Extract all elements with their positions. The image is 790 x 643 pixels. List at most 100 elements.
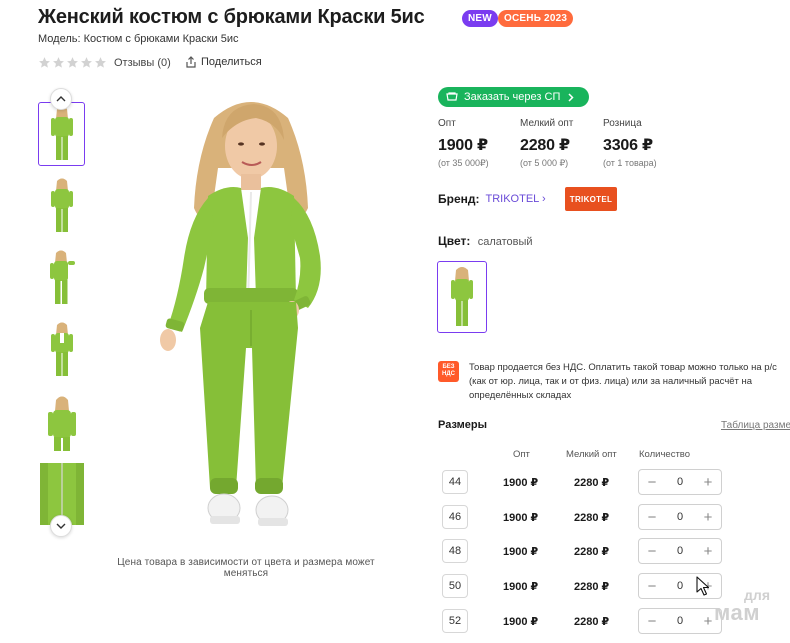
product-model: Модель: Костюм с брюками Краски 5ис (38, 33, 239, 45)
color-option-swatch[interactable] (437, 261, 487, 333)
mouse-cursor-icon (696, 576, 710, 596)
thumbnail[interactable] (38, 102, 85, 166)
quantity-value[interactable]: 0 (677, 545, 683, 557)
size-row: 48 1900 ₽ 2280 ₽ − 0 + (0, 537, 790, 567)
size-label: 50 (442, 574, 468, 598)
rating: Отзывы (0) (38, 56, 171, 69)
size-price-small-opt: 2280 ₽ (574, 512, 610, 524)
size-price-small-opt: 2280 ₽ (574, 477, 610, 489)
suit-thumbnail-image (50, 178, 73, 232)
column-header-quantity: Количество (639, 449, 691, 460)
share-icon (186, 56, 196, 68)
quantity-stepper: − 0 + (638, 469, 722, 495)
brand-logo[interactable]: TRIKOTEL (565, 187, 617, 211)
decrement-button[interactable]: − (646, 475, 658, 490)
thumbnail[interactable] (38, 174, 85, 238)
size-price-small-opt: 2280 ₽ (574, 616, 610, 628)
price-small-wholesale: Мелкий опт 2280 ₽ (от 5 000 ₽) (520, 118, 573, 169)
column-header-small-opt: Мелкий опт (566, 449, 617, 460)
decrement-button[interactable]: − (646, 544, 658, 559)
suit-thumbnail-image (49, 250, 75, 304)
price-label: Опт (438, 118, 456, 129)
quantity-value[interactable]: 0 (677, 476, 683, 488)
color-label: Цвет: (438, 234, 471, 248)
thumbnail-scroll-up-button[interactable] (50, 88, 72, 110)
share-button[interactable]: Поделиться (186, 56, 262, 68)
star-icon (39, 57, 50, 68)
color-swatch-image (451, 267, 473, 326)
price-condition: (от 1 товара) (603, 158, 657, 168)
decrement-button[interactable]: − (646, 614, 658, 629)
no-vat-icon: БЕЗ НДС (438, 361, 459, 382)
increment-button[interactable]: + (702, 510, 714, 525)
size-price-opt: 1900 ₽ (503, 616, 539, 628)
color-row: Цвет: салатовый (438, 234, 533, 248)
order-via-sp-label: Заказать через СП (464, 91, 561, 103)
reviews-link[interactable]: Отзывы (0) (114, 57, 171, 69)
increment-button[interactable]: + (702, 475, 714, 490)
brand-row: Бренд: TRIKOTEL › (438, 192, 546, 206)
price-label: Мелкий опт (520, 118, 574, 129)
price-value: 2280 ₽ (520, 137, 570, 154)
price-value: 3306 ₽ (603, 137, 653, 154)
size-chart-link[interactable]: Таблица разме (721, 420, 790, 431)
price-wholesale: Опт 1900 ₽ (от 35 000₽) (438, 118, 489, 169)
brand-label: Бренд: (438, 192, 480, 206)
star-icon (81, 57, 92, 68)
column-header-opt: Опт (513, 449, 530, 460)
size-label: 48 (442, 539, 468, 563)
price-value: 1900 ₽ (438, 137, 488, 154)
new-badge: NEW (462, 10, 498, 27)
size-price-small-opt: 2280 ₽ (574, 581, 610, 593)
season-badge: ОСЕНЬ 2023 (498, 10, 574, 27)
size-row: 46 1900 ₽ 2280 ₽ − 0 + (0, 503, 790, 533)
order-via-sp-button[interactable]: Заказать через СП (438, 87, 590, 107)
size-row: 50 1900 ₽ 2280 ₽ − 0 + (0, 572, 790, 602)
quantity-stepper: − 0 + (638, 538, 722, 564)
size-price-opt: 1900 ₽ (503, 581, 539, 593)
price-condition: (от 5 000 ₽) (520, 158, 569, 168)
decrement-button[interactable]: − (646, 579, 658, 594)
price-condition: (от 35 000₽) (438, 158, 489, 168)
size-row: 44 1900 ₽ 2280 ₽ − 0 + (0, 468, 790, 498)
price-label: Розница (603, 118, 642, 129)
quantity-stepper: − 0 + (638, 608, 722, 634)
size-price-opt: 1900 ₽ (503, 477, 539, 489)
size-row: 52 1900 ₽ 2280 ₽ − 0 + (0, 607, 790, 637)
increment-button[interactable]: + (702, 544, 714, 559)
watermark: для мам (714, 588, 784, 624)
quantity-stepper: − 0 + (638, 504, 722, 530)
star-icon (53, 57, 64, 68)
vat-notice: Товар продается без НДС. Оплатить такой … (469, 362, 777, 401)
quantity-value[interactable]: 0 (677, 580, 683, 592)
thumbnail[interactable] (38, 318, 85, 382)
suit-thumbnail-image (47, 396, 76, 451)
size-price-opt: 1900 ₽ (503, 546, 539, 558)
increment-button[interactable]: + (702, 614, 714, 629)
share-label: Поделиться (201, 56, 262, 68)
color-value: салатовый (477, 236, 533, 248)
size-label: 46 (442, 505, 468, 529)
star-icon (95, 57, 106, 68)
cart-icon (446, 91, 458, 101)
thumbnail[interactable] (38, 246, 85, 310)
chevron-right-icon (568, 92, 574, 102)
suit-thumbnail-image (50, 106, 73, 160)
thumbnail[interactable] (38, 390, 85, 454)
quantity-value[interactable]: 0 (677, 615, 683, 627)
size-price-opt: 1900 ₽ (503, 512, 539, 524)
brand-link[interactable]: TRIKOTEL › (486, 193, 546, 205)
size-price-small-opt: 2280 ₽ (574, 546, 610, 558)
size-label: 52 (442, 609, 468, 633)
sizes-title: Размеры (438, 419, 488, 431)
chevron-up-icon (56, 96, 66, 102)
product-title: Женский костюм с брюками Краски 5ис (38, 6, 425, 28)
size-label: 44 (442, 470, 468, 494)
suit-thumbnail-image (50, 322, 73, 376)
decrement-button[interactable]: − (646, 510, 658, 525)
quantity-value[interactable]: 0 (677, 511, 683, 523)
brand-name: TRIKOTEL (485, 193, 539, 205)
star-icon (67, 57, 78, 68)
price-retail: Розница 3306 ₽ (от 1 товара) (603, 118, 657, 168)
watermark-line2: мам (714, 600, 760, 625)
